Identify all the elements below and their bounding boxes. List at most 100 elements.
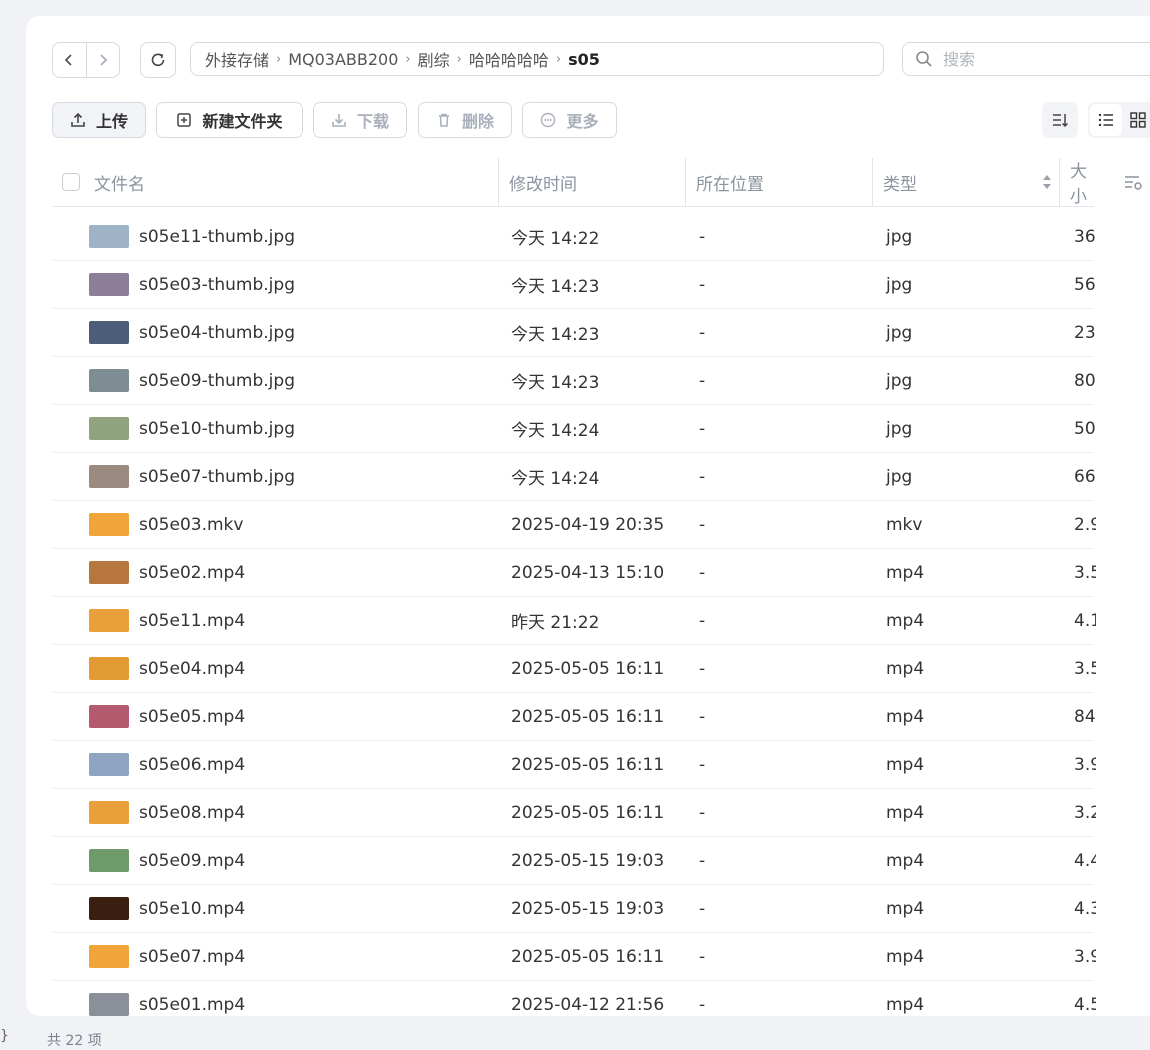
column-location[interactable]: 所在位置 bbox=[696, 158, 764, 206]
breadcrumb-item[interactable]: s05 bbox=[568, 50, 600, 69]
delete-button[interactable]: 删除 bbox=[418, 102, 512, 138]
breadcrumb-item[interactable]: 剧综 bbox=[418, 47, 450, 71]
file-modified: 2025-05-15 19:03 bbox=[511, 850, 665, 871]
table-row[interactable]: s05e07.mp4 2025-05-05 16:11 - mp4 3.9 bbox=[52, 933, 1096, 981]
file-name: s05e03.mkv bbox=[139, 514, 244, 535]
file-type: mp4 bbox=[886, 706, 925, 727]
history-nav bbox=[52, 42, 120, 78]
file-size: 3.2 bbox=[1074, 802, 1096, 823]
delete-label: 删除 bbox=[461, 112, 494, 131]
column-modified[interactable]: 修改时间 bbox=[509, 158, 577, 206]
file-type: jpg bbox=[886, 370, 913, 391]
search-box[interactable] bbox=[902, 42, 1150, 76]
file-thumbnail bbox=[89, 597, 129, 644]
column-settings-button[interactable] bbox=[1124, 174, 1144, 196]
search-input[interactable] bbox=[941, 48, 1125, 70]
upload-button[interactable]: 上传 bbox=[52, 102, 146, 138]
table-row[interactable]: s05e11-thumb.jpg 今天 14:22 - jpg 36 bbox=[52, 213, 1096, 261]
list-view-button[interactable] bbox=[1090, 104, 1122, 136]
file-thumbnail bbox=[89, 837, 129, 884]
table-row[interactable]: s05e06.mp4 2025-05-05 16:11 - mp4 3.9 bbox=[52, 741, 1096, 789]
file-location: - bbox=[699, 898, 706, 919]
file-size: 50 bbox=[1074, 418, 1096, 439]
sort-button[interactable] bbox=[1042, 102, 1078, 138]
table-row[interactable]: s05e10-thumb.jpg 今天 14:24 - jpg 50 bbox=[52, 405, 1096, 453]
file-type: mp4 bbox=[886, 562, 925, 583]
column-divider[interactable] bbox=[872, 158, 873, 206]
column-name[interactable]: 文件名 bbox=[94, 158, 145, 206]
grid-icon bbox=[1130, 112, 1146, 128]
table-row[interactable]: s05e04.mp4 2025-05-05 16:11 - mp4 3.5 bbox=[52, 645, 1096, 693]
table-row[interactable]: s05e01.mp4 2025-04-12 21:56 - mp4 4.5 bbox=[52, 981, 1096, 1016]
file-size: 56 bbox=[1074, 274, 1096, 295]
select-all-checkbox[interactable] bbox=[62, 158, 80, 206]
table-row[interactable]: s05e05.mp4 2025-05-05 16:11 - mp4 84 bbox=[52, 693, 1096, 741]
back-button[interactable] bbox=[53, 43, 86, 77]
more-label: 更多 bbox=[566, 112, 599, 131]
breadcrumb: 外接存储 › MQ03ABB200 › 剧综 › 哈哈哈哈哈 › s05 bbox=[190, 42, 884, 76]
file-thumbnail bbox=[89, 357, 129, 404]
file-modified: 今天 14:24 bbox=[511, 421, 600, 441]
sort-toggle-icon[interactable] bbox=[1042, 158, 1052, 206]
view-switcher bbox=[1088, 102, 1150, 138]
chevron-left-icon bbox=[64, 54, 72, 66]
file-size: 4.4 bbox=[1074, 850, 1096, 871]
table-row[interactable]: s05e09.mp4 2025-05-15 19:03 - mp4 4.4 bbox=[52, 837, 1096, 885]
file-name: s05e04-thumb.jpg bbox=[139, 322, 295, 343]
download-button[interactable]: 下载 bbox=[313, 102, 407, 138]
file-modified: 2025-05-15 19:03 bbox=[511, 898, 665, 919]
file-size: 4.1 bbox=[1074, 610, 1096, 631]
column-divider[interactable] bbox=[685, 158, 686, 206]
file-location: - bbox=[699, 514, 706, 535]
table-row[interactable]: s05e08.mp4 2025-05-05 16:11 - mp4 3.2 bbox=[52, 789, 1096, 837]
file-location: - bbox=[699, 706, 706, 727]
refresh-button[interactable] bbox=[140, 42, 176, 78]
trash-icon bbox=[436, 112, 452, 128]
table-row[interactable]: s05e03-thumb.jpg 今天 14:23 - jpg 56 bbox=[52, 261, 1096, 309]
table-row[interactable]: s05e04-thumb.jpg 今天 14:23 - jpg 23 bbox=[52, 309, 1096, 357]
file-type: mp4 bbox=[886, 898, 925, 919]
file-location: - bbox=[699, 322, 706, 343]
file-name: s05e09.mp4 bbox=[139, 850, 246, 871]
file-location: - bbox=[699, 418, 706, 439]
table-row[interactable]: s05e02.mp4 2025-04-13 15:10 - mp4 3.5 bbox=[52, 549, 1096, 597]
file-modified: 今天 14:23 bbox=[511, 325, 600, 345]
column-type[interactable]: 类型 bbox=[883, 158, 917, 206]
column-divider[interactable] bbox=[1059, 158, 1060, 206]
download-label: 下载 bbox=[356, 112, 389, 131]
table-row[interactable]: s05e11.mp4 昨天 21:22 - mp4 4.1 bbox=[52, 597, 1096, 645]
table-header: 文件名 修改时间 所在位置 类型 大小 bbox=[52, 158, 1094, 207]
column-size-label: 大小 bbox=[1070, 162, 1087, 206]
file-list: s05e11-thumb.jpg 今天 14:22 - jpg 36 s05e03-thu… bbox=[52, 213, 1096, 1016]
file-modified: 今天 14:24 bbox=[511, 469, 600, 489]
file-name: s05e09-thumb.jpg bbox=[139, 370, 295, 391]
breadcrumb-separator: › bbox=[405, 51, 411, 67]
table-row[interactable]: s05e10.mp4 2025-05-15 19:03 - mp4 4.3 bbox=[52, 885, 1096, 933]
file-modified: 昨天 21:22 bbox=[511, 613, 600, 633]
file-type: jpg bbox=[886, 226, 913, 247]
table-row[interactable]: s05e07-thumb.jpg 今天 14:24 - jpg 66 bbox=[52, 453, 1096, 501]
search-icon bbox=[916, 51, 932, 67]
file-thumbnail bbox=[89, 645, 129, 692]
breadcrumb-item[interactable]: MQ03ABB200 bbox=[288, 50, 398, 69]
table-row[interactable]: s05e09-thumb.jpg 今天 14:23 - jpg 80 bbox=[52, 357, 1096, 405]
file-modified: 2025-05-05 16:11 bbox=[511, 802, 665, 823]
file-thumbnail bbox=[89, 213, 129, 260]
file-location: - bbox=[699, 562, 706, 583]
grid-view-button[interactable] bbox=[1122, 104, 1150, 136]
forward-button[interactable] bbox=[85, 43, 120, 77]
file-modified: 今天 14:23 bbox=[511, 373, 600, 393]
breadcrumb-separator: › bbox=[276, 51, 282, 67]
more-button[interactable]: 更多 bbox=[522, 102, 617, 138]
file-thumbnail bbox=[89, 453, 129, 500]
file-name: s05e01.mp4 bbox=[139, 994, 246, 1015]
table-row[interactable]: s05e03.mkv 2025-04-19 20:35 - mkv 2.9 bbox=[52, 501, 1096, 549]
file-type: mp4 bbox=[886, 850, 925, 871]
file-name: s05e05.mp4 bbox=[139, 706, 246, 727]
column-size[interactable]: 大小 bbox=[1070, 158, 1094, 206]
column-divider[interactable] bbox=[498, 158, 499, 206]
new-folder-button[interactable]: 新建文件夹 bbox=[156, 102, 303, 138]
breadcrumb-item[interactable]: 外接存储 bbox=[205, 47, 269, 71]
breadcrumb-item[interactable]: 哈哈哈哈哈 bbox=[469, 47, 549, 71]
file-size: 4.3 bbox=[1074, 898, 1096, 919]
